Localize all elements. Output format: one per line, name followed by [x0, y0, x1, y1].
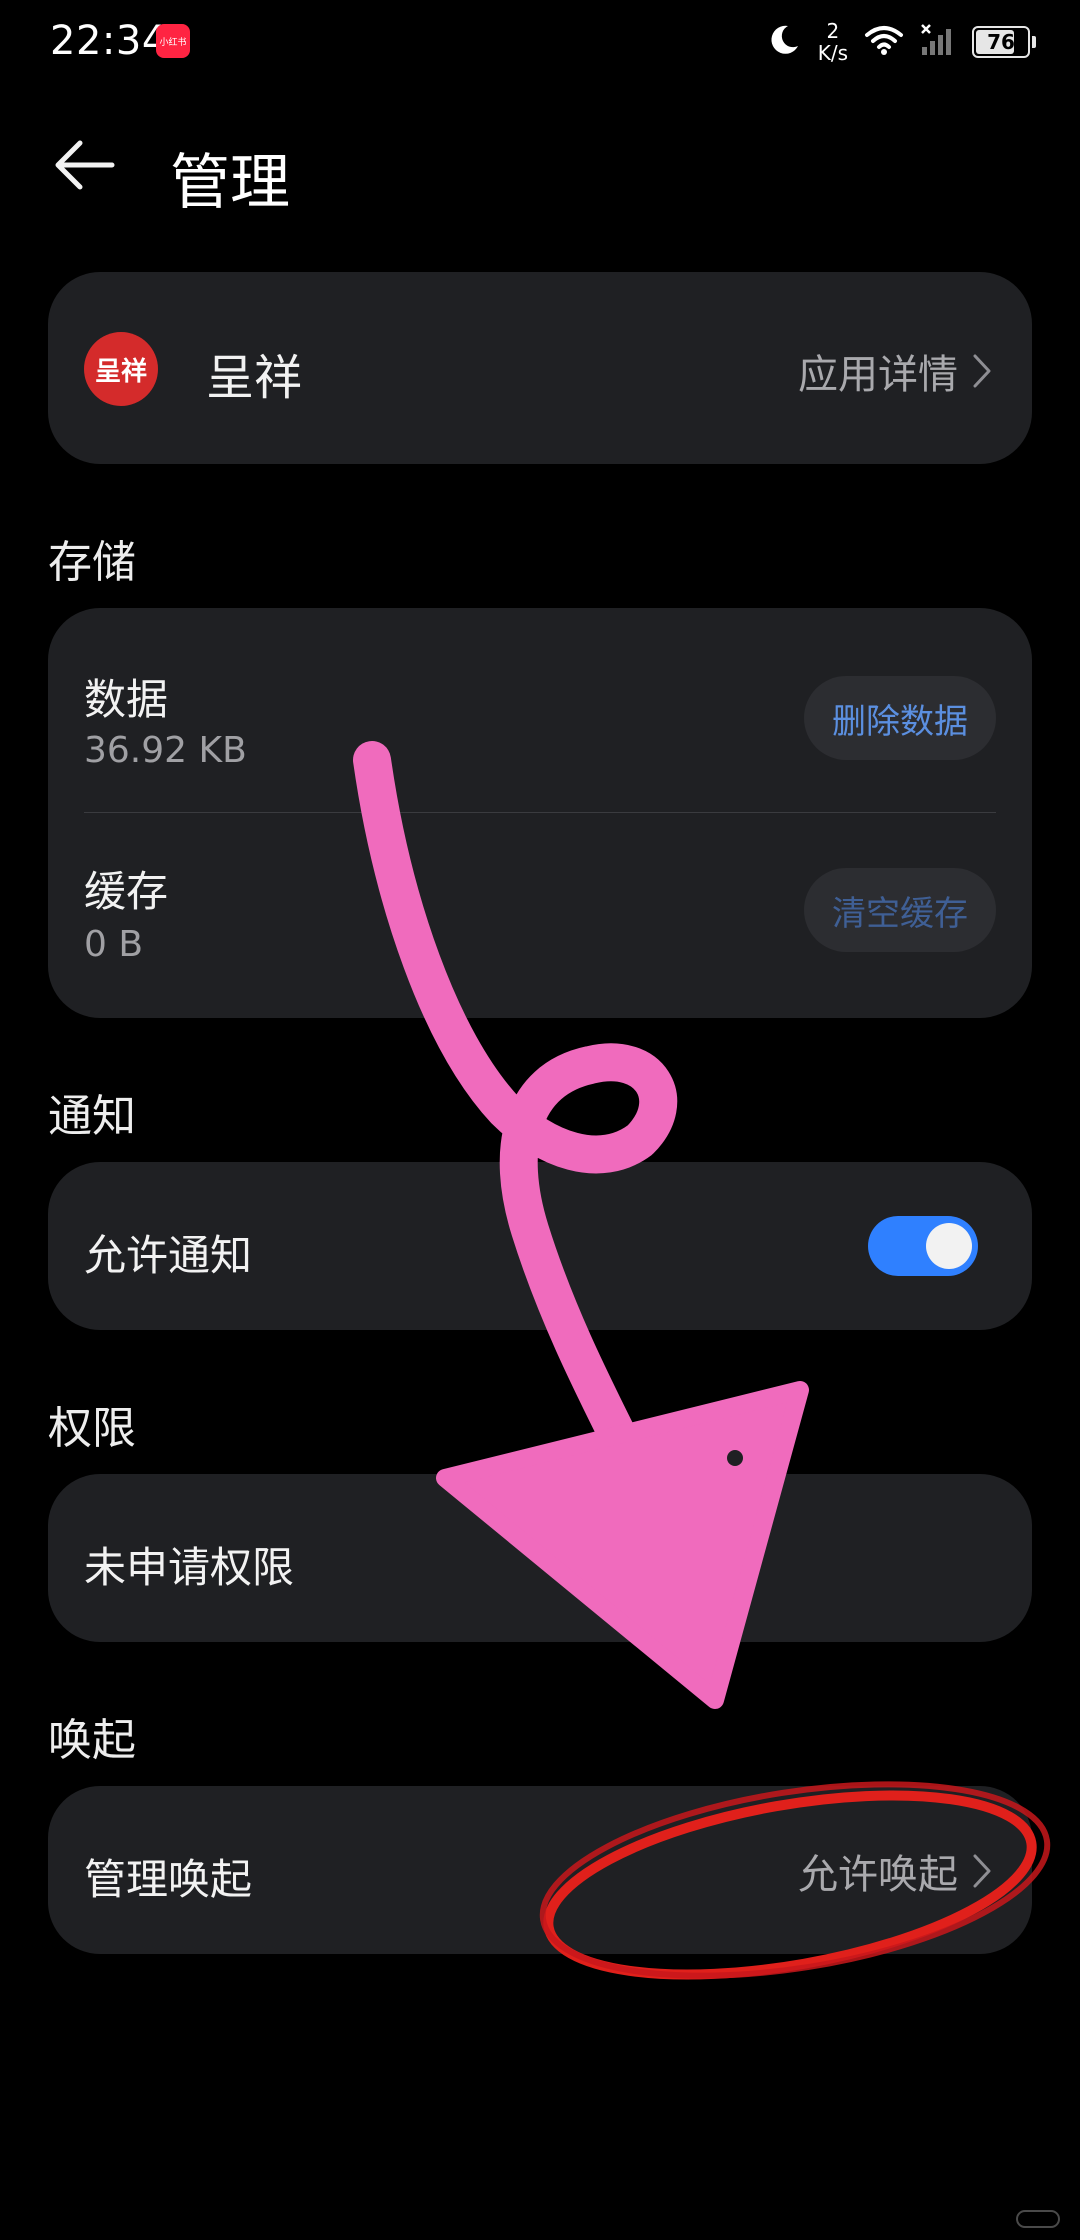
manage-wakeup-label: 管理唤起 — [84, 1855, 253, 1904]
section-title-notifications: 通知 — [48, 1091, 136, 1142]
network-speed-unit: K/s — [817, 41, 848, 65]
network-speed: 2 K/s — [818, 20, 848, 64]
battery-tip — [1032, 36, 1036, 48]
chevron-right-icon — [973, 354, 991, 388]
status-bar: 22:34 小红书 2 K/s 76 — [0, 0, 1080, 86]
wifi-icon — [864, 23, 904, 61]
back-arrow-icon — [55, 140, 115, 190]
battery-level: 76 — [987, 30, 1015, 54]
app-icon: 呈祥 — [84, 332, 158, 406]
cache-size: 0 B — [84, 924, 144, 965]
network-speed-value: 2 — [826, 19, 840, 43]
wakeup-value[interactable]: 允许唤起 — [798, 1842, 992, 1900]
wakeup-card[interactable]: 管理唤起 允许唤起 — [48, 1786, 1032, 1954]
status-time: 22:34 — [50, 18, 168, 64]
app-detail-label: 应用详情 — [798, 352, 958, 398]
back-button[interactable] — [44, 130, 124, 200]
watermark — [1016, 2210, 1060, 2232]
section-title-storage: 存储 — [48, 537, 136, 588]
permissions-card: 未申请权限 — [48, 1474, 1032, 1642]
cache-label: 缓存 — [84, 867, 169, 916]
section-title-permissions: 权限 — [48, 1403, 136, 1454]
status-icons: 2 K/s 76 — [766, 16, 1036, 68]
data-size: 36.92 KB — [84, 730, 247, 771]
arrow-head-speck — [727, 1450, 743, 1466]
clear-cache-button[interactable]: 清空缓存 — [804, 868, 996, 952]
battery-indicator: 76 — [972, 26, 1036, 58]
page-title: 管理 — [170, 148, 290, 218]
app-info-card[interactable]: 呈祥 呈祥 应用详情 — [48, 272, 1032, 464]
app-detail-link[interactable]: 应用详情 — [798, 342, 992, 400]
moon-icon — [766, 22, 802, 62]
no-permissions-label: 未申请权限 — [84, 1543, 295, 1592]
app-name: 呈祥 — [206, 350, 303, 406]
allow-notifications-label: 允许通知 — [84, 1231, 253, 1280]
section-title-wakeup: 唤起 — [48, 1715, 136, 1766]
notifications-card: 允许通知 — [48, 1162, 1032, 1330]
chevron-right-icon — [973, 1854, 991, 1888]
header: 管理 — [0, 110, 1080, 220]
divider — [84, 812, 996, 813]
delete-data-button[interactable]: 删除数据 — [804, 676, 996, 760]
notification-app-icon: 小红书 — [156, 24, 190, 58]
allow-notifications-toggle[interactable] — [868, 1216, 978, 1276]
toggle-knob — [926, 1223, 972, 1269]
watermark-logo-icon — [1016, 2210, 1060, 2228]
storage-card: 数据 36.92 KB 删除数据 缓存 0 B 清空缓存 — [48, 608, 1032, 1018]
wakeup-value-label: 允许唤起 — [798, 1852, 958, 1898]
data-label: 数据 — [84, 675, 169, 724]
signal-off-icon — [920, 23, 956, 61]
